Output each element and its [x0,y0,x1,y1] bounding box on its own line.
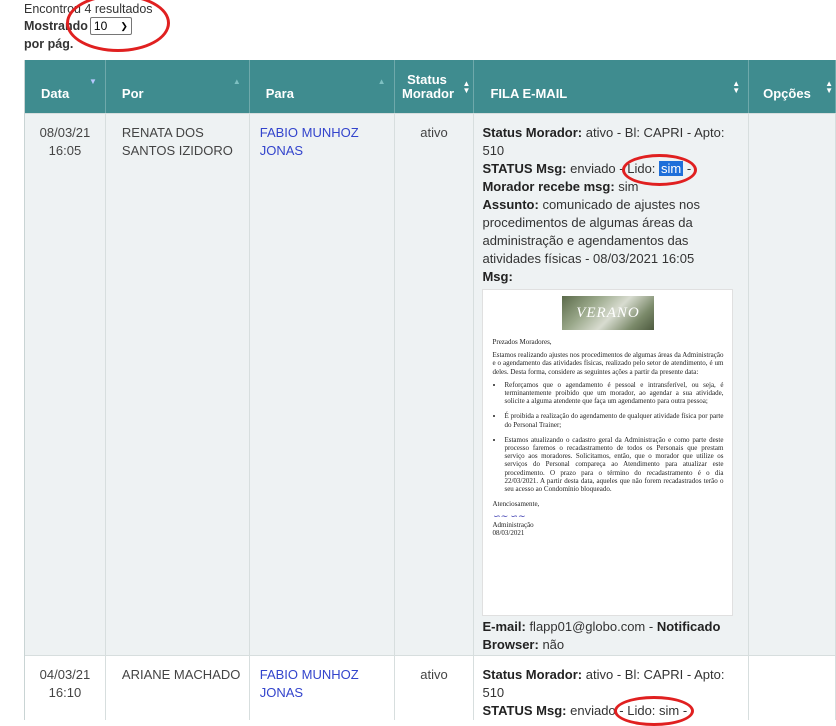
date: 04/03/21 [39,667,91,682]
field-label: Status Morador: [482,667,583,682]
letter-greeting: Prezados Moradores, [492,338,552,346]
field-label: Msg: [482,269,513,284]
field-value: flapp01@globo.com - [529,619,654,634]
letter-closing: Atenciosamente, [492,500,540,509]
lido-label: Lido: [627,161,656,176]
per-page-select[interactable]: 10 ❯ [89,17,132,35]
per-page-value: 10 [93,19,108,33]
header-label: Data [41,86,70,101]
column-header-fila-email[interactable]: FILA E-MAIL ▲ ▼ [474,60,750,113]
sender-cell: RENATA DOS SANTOS IZIDORO [106,114,250,655]
sender-cell: ARIANE MACHADO [106,656,250,720]
header-label: Status Morador [402,71,455,101]
field-label: Status Morador: [482,125,583,140]
column-header-opcoes[interactable]: Opções ▲ ▼ [749,60,836,113]
status-cell: ativo [395,114,475,655]
notified-label: Notificado [656,619,721,634]
date: 08/03/21 [39,125,91,140]
separator: - [682,703,688,718]
letter-bullet: É proibida a realização do agendamento d… [504,412,723,428]
sort-icon: ▲ [232,77,241,86]
results-count: Encontrou 4 resultados [24,2,153,16]
time: 16:10 [48,685,82,700]
lido-value: sim [659,703,680,718]
options-cell [749,656,836,720]
field-label: STATUS Msg: [482,161,567,176]
letter-bullet: Estamos atualizando o cadastro geral da … [504,436,723,493]
sort-icon: ▲ ▼ [732,79,741,95]
lido-value: sim [659,161,684,176]
column-header-por[interactable]: Por ▲ [106,60,250,113]
assunto-line: Assunto: comunicado de ajustes nos proce… [482,196,740,268]
separator: - [686,161,692,176]
letter-list: Reforçamos que o agendamento é pessoal e… [492,381,723,493]
email-line: E-mail: flapp01@globo.com - Notificado [482,618,740,636]
sort-icon: ▲ ▼ [825,79,834,95]
field-label: Browser: [482,637,539,652]
letter-sign-name: Administração [492,520,534,529]
messages-table: Data ▼ Por ▲ Para ▲ Status Morador ▲ ▼ FI… [24,60,836,720]
per-page-label: por pág. [24,37,74,51]
lido-label: Lido: [627,703,656,718]
field-value: enviado - [570,161,624,176]
letter-sign-date: 08/03/2021 [492,528,525,537]
date-cell: 04/03/21 16:10 [25,656,106,720]
date-cell: 08/03/21 16:05 [25,114,106,655]
results-summary: Encontrou 4 resultados Mostrando 10 ❯ po… [24,2,153,51]
chevron-down-icon: ❯ [120,21,128,31]
sort-icon: ▲ ▼ [462,79,471,95]
showing-label: Mostrando [24,19,88,33]
table-row: 04/03/21 16:10 ARIANE MACHADO FABIO MUNH… [25,655,836,720]
email-queue-cell: Status Morador: ativo - Bl: CAPRI - Apto… [474,656,750,720]
browser-line: Browser: não [482,636,740,654]
recipient-link[interactable]: FABIO MUNHOZ JONAS [250,656,395,720]
status-msg-line: STATUS Msg: enviado - Lido: sim - [482,702,740,720]
verano-logo: VERANO [561,296,654,330]
field-label: E-mail: [482,619,526,634]
time: 16:05 [48,143,82,158]
status-msg-line: STATUS Msg: enviado - Lido: sim - [482,160,740,178]
options-cell [749,114,836,655]
signature-icon: ∽∼ ∽∼ [492,511,525,522]
field-label: Assunto: [482,197,539,212]
status-morador-line: Status Morador: ativo - Bl: CAPRI - Apto… [482,666,740,702]
letter-intro: Estamos realizando ajustes nos procedime… [492,351,724,376]
header-label: Por [121,86,144,101]
msg-line: Msg: [482,268,740,286]
message-image: VERANO Prezados Moradores, Estamos reali… [482,289,734,616]
field-label: STATUS Msg: [482,703,567,718]
per-page-row: Mostrando 10 ❯ [24,17,153,35]
column-header-status-morador[interactable]: Status Morador ▲ ▼ [395,60,475,113]
field-value: enviado - [570,703,624,718]
sort-desc-icon: ▼ [88,77,97,86]
field-value: sim [618,179,639,194]
morador-recebe-line: Morador recebe msg: sim [482,178,740,196]
field-value: não [542,637,565,652]
header-label: Opções [763,86,811,101]
email-queue-cell: Status Morador: ativo - Bl: CAPRI - Apto… [474,114,750,655]
sort-icon: ▲ [377,77,386,86]
letter-bullet: Reforçamos que o agendamento é pessoal e… [504,381,723,406]
header-label: Para [265,86,294,101]
column-header-para[interactable]: Para ▲ [250,60,395,113]
table-row: 08/03/21 16:05 RENATA DOS SANTOS IZIDORO… [25,113,836,655]
status-morador-line: Status Morador: ativo - Bl: CAPRI - Apto… [482,124,740,160]
recipient-link[interactable]: FABIO MUNHOZ JONAS [250,114,395,655]
table-header: Data ▼ Por ▲ Para ▲ Status Morador ▲ ▼ FI… [25,60,836,113]
status-cell: ativo [395,656,475,720]
header-label: FILA E-MAIL [490,86,568,101]
column-header-data[interactable]: Data ▼ [25,60,106,113]
field-label: Morador recebe msg: [482,179,615,194]
